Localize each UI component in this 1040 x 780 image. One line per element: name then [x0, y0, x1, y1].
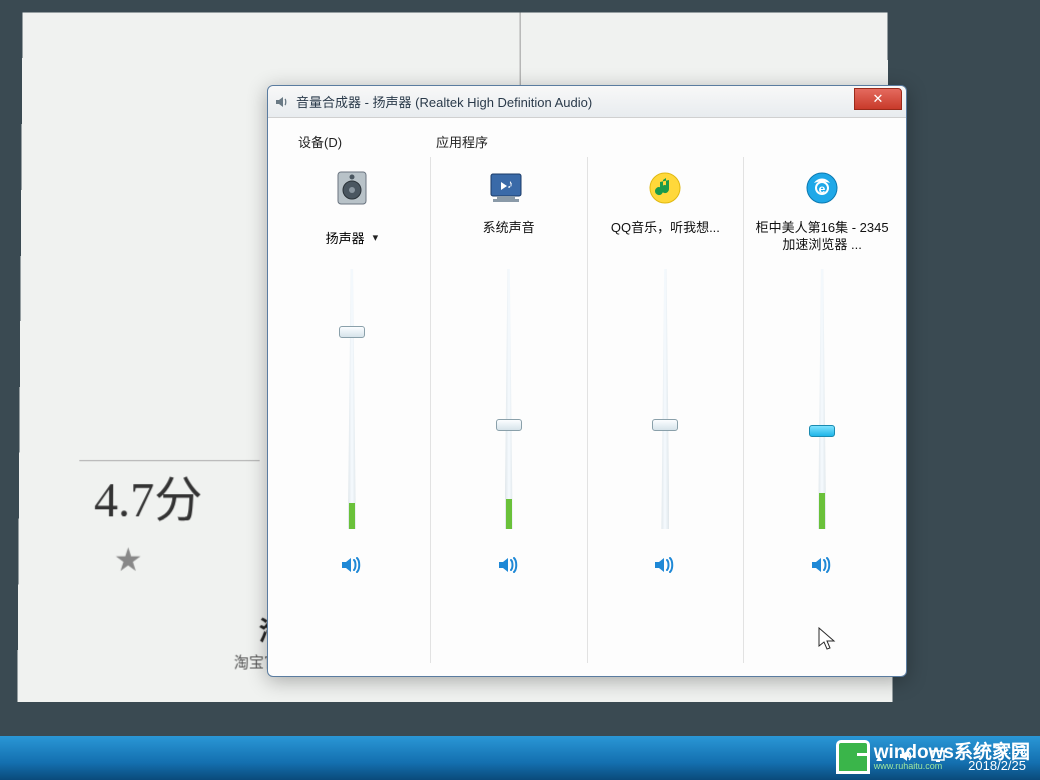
watermark-url: www.ruhaitu.com: [874, 762, 1030, 771]
system-sounds-icon[interactable]: ♪: [486, 165, 532, 211]
watermark: windows系统家园 www.ruhaitu.com: [836, 740, 1030, 774]
device-label[interactable]: 扬声器: [326, 228, 365, 247]
bg-divider: [520, 12, 521, 91]
level-meter: [819, 493, 825, 529]
slider-thumb[interactable]: [652, 419, 678, 431]
column-2345-browser: e 柜中美人第16集 - 2345加速浏览器 ...: [744, 157, 900, 663]
slider-thumb[interactable]: [496, 419, 522, 431]
close-button[interactable]: ✕: [854, 88, 902, 110]
browser-2345-icon[interactable]: e: [799, 165, 845, 211]
volume-slider-device[interactable]: [332, 269, 372, 529]
speaker-icon: [274, 94, 290, 110]
qq-music-icon[interactable]: [642, 165, 688, 211]
level-meter: [506, 499, 512, 529]
slider-thumb[interactable]: [809, 425, 835, 437]
app-label-qqmusic[interactable]: QQ音乐，听我想...: [595, 219, 735, 255]
column-device-speakers: 扬声器 ▾: [274, 157, 431, 663]
device-header: 设备(D): [288, 132, 426, 151]
column-system-sounds: ♪ 系统声音: [431, 157, 588, 663]
mute-button[interactable]: [808, 551, 836, 579]
volume-slider-system[interactable]: [489, 269, 529, 529]
mixer-body: 扬声器 ▾ ♪ 系统声音: [268, 157, 906, 663]
mute-button[interactable]: [338, 551, 366, 579]
column-qq-music: QQ音乐，听我想...: [588, 157, 745, 663]
star-icon: ★: [114, 540, 143, 578]
section-headers: 设备(D) 应用程序: [268, 118, 906, 157]
app-label-browser[interactable]: 柜中美人第16集 - 2345加速浏览器 ...: [752, 219, 892, 255]
window-title: 音量合成器 - 扬声器 (Realtek High Definition Aud…: [296, 92, 592, 111]
watermark-title: windows系统家园: [874, 743, 1030, 762]
volume-mixer-window: 音量合成器 - 扬声器 (Realtek High Definition Aud…: [267, 85, 907, 677]
svg-text:♪: ♪: [507, 177, 513, 191]
slider-thumb[interactable]: [339, 326, 365, 338]
mute-button[interactable]: [495, 551, 523, 579]
dropdown-caret-icon[interactable]: ▾: [373, 231, 379, 244]
app-label-system[interactable]: 系统声音: [439, 219, 579, 255]
slider-track: [348, 269, 356, 529]
speaker-device-icon[interactable]: [329, 165, 375, 211]
level-meter: [349, 503, 355, 529]
slider-track: [505, 269, 513, 529]
volume-slider-qqmusic[interactable]: [645, 269, 685, 529]
svg-text:e: e: [819, 182, 826, 196]
watermark-house-icon: [836, 740, 870, 774]
rating-score: 4.7分: [94, 460, 203, 530]
volume-slider-browser[interactable]: [802, 269, 842, 529]
slider-track: [818, 269, 826, 529]
applications-header: 应用程序: [426, 132, 488, 151]
slider-track: [661, 269, 669, 529]
titlebar[interactable]: 音量合成器 - 扬声器 (Realtek High Definition Aud…: [268, 86, 906, 118]
mute-button[interactable]: [651, 551, 679, 579]
